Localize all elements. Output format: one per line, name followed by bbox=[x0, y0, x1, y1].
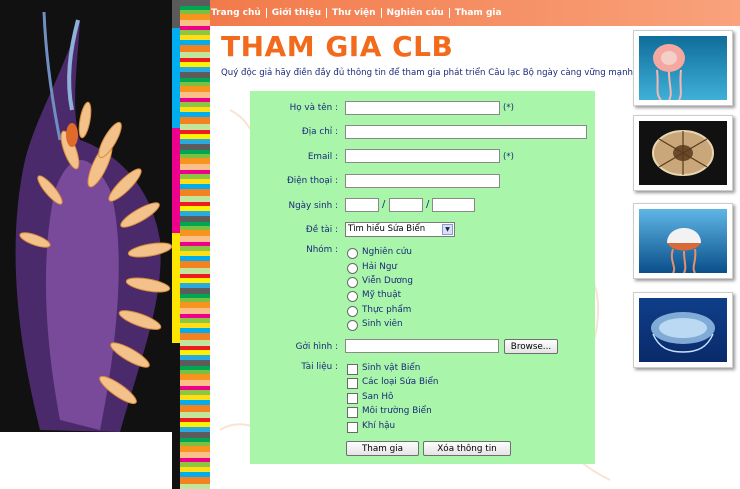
sea-slug-image bbox=[0, 0, 172, 489]
dob-separator: / bbox=[382, 199, 386, 210]
name-input[interactable] bbox=[345, 101, 500, 115]
jellyfish-thumbnail[interactable] bbox=[633, 203, 733, 279]
intro-text: Quý độc giả hãy điền đầy đủ thông tin để… bbox=[221, 68, 652, 78]
group-radio[interactable] bbox=[347, 291, 358, 302]
email-input[interactable] bbox=[345, 149, 500, 163]
doc-option-label: Môi trường Biển bbox=[362, 406, 432, 416]
jellyfish-thumbnail[interactable] bbox=[633, 115, 733, 191]
dob-month-input[interactable] bbox=[389, 198, 423, 212]
doc-option-label: San Hô bbox=[362, 392, 394, 402]
group-radio[interactable] bbox=[347, 306, 358, 317]
group-option-label: Nghiên cứu bbox=[362, 247, 412, 257]
group-label: Nhóm : bbox=[306, 245, 338, 255]
jellyfish-photo bbox=[639, 209, 727, 273]
doc-option-label: Khí hậu bbox=[362, 421, 396, 431]
nav-item-join[interactable]: Tham gia bbox=[450, 8, 507, 18]
group-radio[interactable] bbox=[347, 277, 358, 288]
topic-select[interactable]: Tìm hiểu Sứa Biển ▼ bbox=[345, 222, 455, 237]
email-required-mark: (*) bbox=[503, 152, 514, 162]
doc-checkbox[interactable] bbox=[347, 364, 358, 375]
group-radio[interactable] bbox=[347, 248, 358, 259]
group-option-label: Viễn Dương bbox=[362, 276, 413, 286]
nav-item-about[interactable]: Giới thiệu bbox=[267, 8, 327, 18]
topic-selected-value: Tìm hiểu Sứa Biển bbox=[348, 224, 426, 234]
color-stripe-column bbox=[172, 0, 210, 489]
dob-label: Ngày sinh : bbox=[288, 201, 339, 211]
doc-option-label: Sinh vật Biển bbox=[362, 363, 421, 373]
nav-item-research[interactable]: Nghiên cứu bbox=[382, 8, 450, 18]
doc-checkbox[interactable] bbox=[347, 407, 358, 418]
group-radio[interactable] bbox=[347, 263, 358, 274]
doc-option-label: Các loại Sứa Biển bbox=[362, 377, 439, 387]
nav-item-home[interactable]: Trang chủ bbox=[210, 8, 267, 18]
name-required-mark: (*) bbox=[503, 103, 514, 113]
phone-input[interactable] bbox=[345, 174, 500, 188]
phone-label: Điện thoại : bbox=[286, 176, 338, 186]
group-option-label: Thực phẩm bbox=[362, 305, 412, 315]
docs-label: Tài liệu : bbox=[301, 362, 338, 372]
address-input[interactable] bbox=[345, 125, 587, 139]
nav-item-library[interactable]: Thư viện bbox=[327, 8, 382, 18]
topic-label: Đề tài : bbox=[305, 225, 338, 235]
group-radio[interactable] bbox=[347, 320, 358, 331]
name-label: Họ và tên : bbox=[289, 103, 338, 113]
registration-form: Họ và tên : (*) Địa chỉ : Email : (*) Đi… bbox=[250, 91, 595, 464]
dob-year-input[interactable] bbox=[432, 198, 475, 212]
jellyfish-photo bbox=[639, 36, 727, 100]
email-label: Email : bbox=[307, 152, 338, 162]
jellyfish-photo bbox=[639, 298, 727, 362]
jellyfish-photo bbox=[639, 121, 727, 185]
dob-separator: / bbox=[426, 199, 430, 210]
photo-file-input[interactable] bbox=[345, 339, 499, 353]
photo-label: Gởi hình : bbox=[295, 342, 338, 352]
jellyfish-thumbnail[interactable] bbox=[633, 292, 733, 368]
group-option-label: Sinh viên bbox=[362, 319, 403, 329]
doc-checkbox[interactable] bbox=[347, 393, 358, 404]
chevron-down-icon: ▼ bbox=[442, 224, 453, 235]
jellyfish-thumbnail[interactable] bbox=[633, 30, 733, 106]
doc-checkbox[interactable] bbox=[347, 422, 358, 433]
browse-button[interactable]: Browse... bbox=[504, 339, 558, 354]
group-option-label: Mỹ thuật bbox=[362, 290, 402, 300]
dob-day-input[interactable] bbox=[345, 198, 379, 212]
address-label: Địa chỉ : bbox=[301, 127, 338, 137]
submit-button[interactable]: Tham gia bbox=[346, 441, 419, 456]
doc-checkbox[interactable] bbox=[347, 378, 358, 389]
top-nav: Trang chủ Giới thiệu Thư viện Nghiên cứu… bbox=[210, 0, 740, 26]
reset-button[interactable]: Xóa thông tin bbox=[423, 441, 511, 456]
page-title: THAM GIA CLB bbox=[221, 30, 454, 63]
group-option-label: Hải Ngư bbox=[362, 262, 397, 272]
